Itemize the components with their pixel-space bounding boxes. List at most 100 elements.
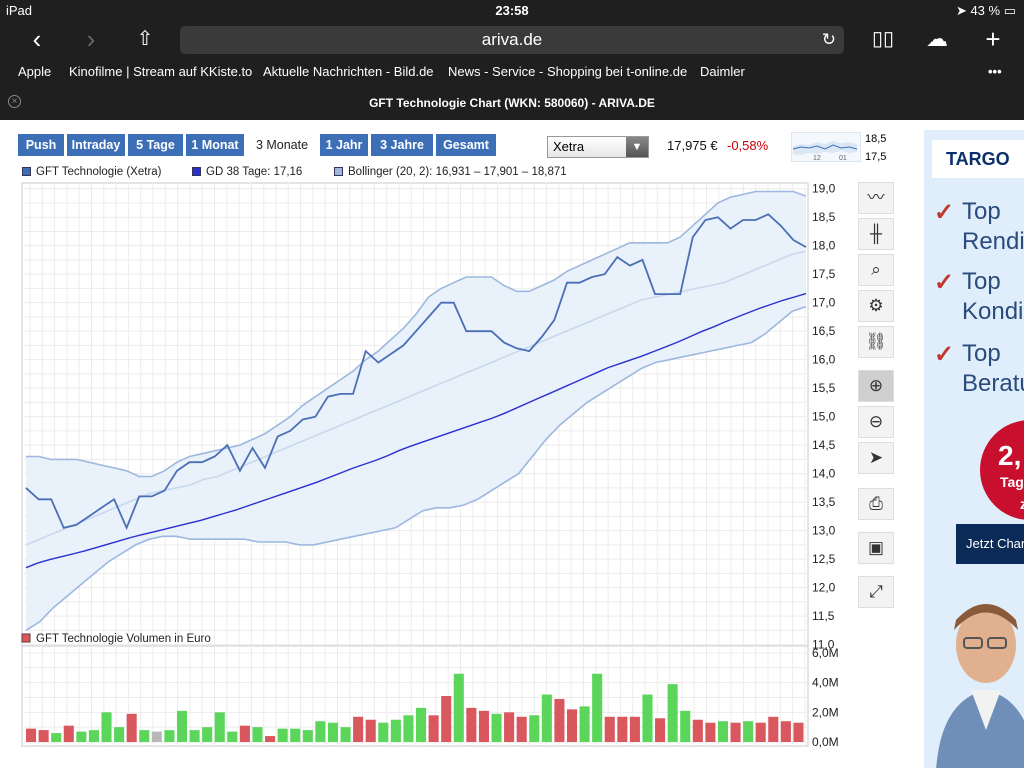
back-icon[interactable]: ‹ xyxy=(22,24,52,54)
pointer-icon[interactable]: ➤ xyxy=(858,442,894,474)
volume-bar xyxy=(26,728,37,742)
volume-bar xyxy=(717,721,729,742)
volume-bar xyxy=(227,731,238,742)
volume-bar xyxy=(743,721,754,742)
price-chart[interactable]: 19,0 18,5 18,0 17,5 17,0 16,5 16,0 15,5 15,0 14,5… xyxy=(0,178,860,758)
chart-page: Push Intraday 5 Tage 1 Monat 3 Monate 1 Jahr 3… xyxy=(0,120,1024,768)
volume-bar xyxy=(680,710,691,742)
volume-bar xyxy=(428,715,439,742)
bookmark-item[interactable]: Daimler xyxy=(700,64,745,79)
volume-bar xyxy=(629,716,640,742)
legend-gd: GD 38 Tage: 17,16 xyxy=(192,166,302,178)
bookmark-item[interactable]: Aktuelle Nachrichten - Bild.de xyxy=(263,64,434,79)
ad-text: Top xyxy=(962,198,1001,225)
volume-bar xyxy=(302,730,313,742)
volume-bar xyxy=(189,730,200,742)
volume-bar xyxy=(604,716,615,742)
more-icon[interactable]: ••• xyxy=(988,64,1002,79)
volume-bar xyxy=(416,707,427,742)
volume-bar xyxy=(51,733,62,742)
line-chart-icon[interactable]: 〰 xyxy=(858,182,894,214)
range-button[interactable]: Gesamt xyxy=(436,134,496,156)
bookmark-item[interactable]: Apple xyxy=(18,64,51,79)
range-button[interactable]: 3 Jahre xyxy=(371,134,433,156)
volume-bar xyxy=(617,716,628,742)
y-tick-label: 17,5 xyxy=(812,267,836,281)
range-button[interactable]: 1 Monat xyxy=(186,134,244,156)
forward-icon[interactable]: › xyxy=(76,24,106,54)
range-button[interactable]: Intraday xyxy=(67,134,125,156)
volume-bar xyxy=(642,694,653,742)
volume-bar xyxy=(327,722,339,742)
y-tick-label: 13,0 xyxy=(812,524,836,538)
legend-price: GFT Technologie (Xetra) xyxy=(22,166,162,178)
volume-bar xyxy=(453,673,464,742)
bookmark-item[interactable]: Kinofilme | Stream auf KKiste.to xyxy=(69,64,252,79)
tab-title[interactable]: GFT Technologie Chart (WKN: 580060) - AR… xyxy=(0,96,1024,110)
volume-y-tick-label: 4,0M xyxy=(812,676,839,690)
volume-bar xyxy=(176,710,188,742)
volume-bar xyxy=(793,722,804,742)
fullscreen-icon[interactable]: ⤢ xyxy=(858,576,894,608)
tab-bar: × GFT Technologie Chart (WKN: 580060) - … xyxy=(0,90,1024,116)
price-value: 17,975 € xyxy=(667,138,718,153)
save-icon[interactable]: ▣ xyxy=(858,532,894,564)
range-button[interactable]: Push xyxy=(18,134,64,156)
link-icon[interactable]: ⛓ xyxy=(858,326,894,358)
volume-bar xyxy=(378,722,389,742)
zoom-out-icon[interactable]: ⊖ xyxy=(858,406,894,438)
volume-bar xyxy=(315,721,326,742)
address-bar[interactable]: ariva.de ↻ xyxy=(180,26,844,54)
volume-bar xyxy=(566,709,578,742)
exchange-select[interactable]: Xetra ▼ xyxy=(547,136,649,158)
range-button[interactable]: 5 Tage xyxy=(128,134,183,156)
volume-bar xyxy=(755,722,766,742)
check-icon: ✓ xyxy=(934,199,955,226)
ad-banner[interactable]: TARGO ✓ Top Rendi ✓ Top Kondi ✓ Top Bera… xyxy=(912,120,1024,768)
mini-tick: 12 xyxy=(813,155,821,162)
change-value: -0,58% xyxy=(727,138,769,153)
range-button[interactable]: 3 Monate xyxy=(247,134,317,156)
bookmarks-icon[interactable]: ▯▯ xyxy=(868,24,898,54)
y-tick-label: 14,0 xyxy=(812,467,836,481)
safari-chrome: iPad 23:58 ➤ 43 % ▭ ‹ › ⇧ ariva.de ↻ ▯▯ … xyxy=(0,0,1024,120)
volume-bar xyxy=(478,710,489,742)
volume-bar xyxy=(365,719,376,742)
volume-title: GFT Technologie Volumen in Euro xyxy=(36,633,211,645)
settings-icon[interactable]: ⚙ xyxy=(858,290,894,322)
volume-y-tick-label: 0,0M xyxy=(812,735,839,749)
mini-tick: 01 xyxy=(839,155,847,162)
bookmark-item[interactable]: News - Service - Shopping bei t-online.d… xyxy=(448,64,687,79)
zoom-in-icon[interactable]: ⊕ xyxy=(858,370,894,402)
y-tick-label: 15,5 xyxy=(812,381,836,395)
share-icon[interactable]: ⇧ xyxy=(130,24,160,54)
volume-bar xyxy=(239,725,250,742)
screen: iPad 23:58 ➤ 43 % ▭ ‹ › ⇧ ariva.de ↻ ▯▯ … xyxy=(0,0,1024,768)
volume-bar xyxy=(692,719,703,742)
y-tick-label: 13,5 xyxy=(812,495,836,509)
new-tab-icon[interactable]: + xyxy=(978,24,1008,54)
mini-chart[interactable]: 12 01 xyxy=(791,132,861,162)
icloud-tabs-icon[interactable]: ☁ xyxy=(922,24,952,54)
volume-bar xyxy=(252,727,263,742)
volume-bar xyxy=(214,712,225,742)
volume-bar xyxy=(592,673,603,742)
range-button[interactable]: 1 Jahr xyxy=(320,134,368,156)
reload-icon[interactable]: ↻ xyxy=(822,26,836,54)
print-icon[interactable]: ⎙ xyxy=(858,488,894,520)
battery-level: ➤ 43 % ▭ xyxy=(955,3,1016,18)
bookmarks-bar: Apple Kinofilme | Stream auf KKiste.to A… xyxy=(0,60,1024,84)
volume-bar xyxy=(529,715,540,742)
volume-bar xyxy=(466,707,477,742)
indicator-icon[interactable]: ⌕ xyxy=(858,254,894,286)
ad-text: Top xyxy=(962,268,1001,295)
ad-text: Kondi xyxy=(962,298,1024,325)
ohlc-icon[interactable]: ╫ xyxy=(858,218,894,250)
volume-bar xyxy=(114,727,125,742)
volume-bar xyxy=(441,696,452,742)
volume-bar xyxy=(277,728,288,742)
volume-bar xyxy=(780,721,791,742)
volume-bar xyxy=(504,712,515,742)
chevron-down-icon: ▼ xyxy=(626,137,648,157)
ad-cta-button[interactable]: Jetzt Char xyxy=(956,524,1024,564)
